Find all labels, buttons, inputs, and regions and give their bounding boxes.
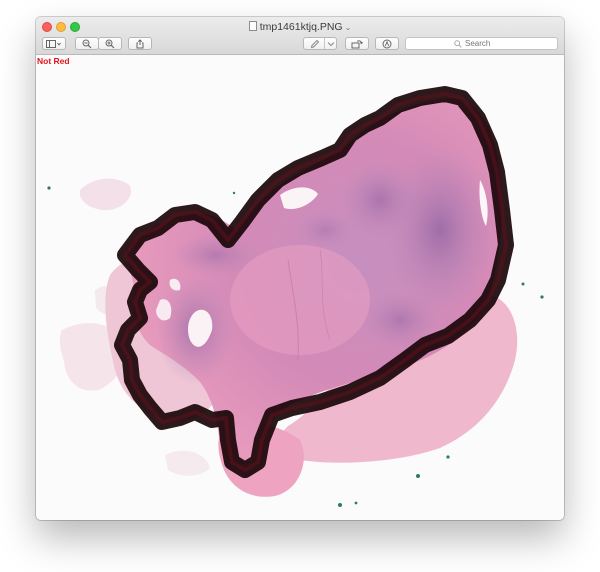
search-field[interactable] [405, 37, 558, 50]
window-title-text: tmp1461ktjq.PNG [259, 21, 343, 33]
image-viewport[interactable]: Not Red [36, 55, 564, 520]
rotate-icon [351, 39, 363, 48]
preview-window: tmp1461ktjq.PNG ⌄ Search Not Red [36, 17, 564, 520]
not-red-label: Not Red [37, 56, 70, 66]
share-icon [136, 38, 144, 48]
zoom-in-icon [105, 39, 115, 48]
zoom-out-icon [82, 39, 92, 48]
markup-pen-button[interactable] [303, 37, 337, 50]
pen-icon [310, 39, 320, 48]
rotate-button[interactable] [345, 37, 369, 50]
sidebar-icon [46, 39, 61, 48]
chevron-down-icon [327, 42, 335, 47]
zoom-out-button[interactable] [75, 37, 99, 50]
title-bar: tmp1461ktjq.PNG ⌄ [36, 17, 564, 55]
chevron-down-icon: ⌄ [344, 23, 352, 32]
search-input[interactable] [462, 39, 509, 48]
sidebar-toggle-button[interactable] [42, 37, 66, 50]
window-title[interactable]: tmp1461ktjq.PNG ⌄ [36, 20, 564, 35]
histology-slide-image [47, 86, 544, 507]
markup-toolbar-button[interactable] [375, 37, 399, 50]
document-icon [248, 21, 257, 31]
share-button[interactable] [128, 37, 152, 50]
zoom-in-button[interactable] [98, 37, 122, 50]
markup-icon [382, 39, 392, 48]
search-icon [454, 39, 462, 48]
